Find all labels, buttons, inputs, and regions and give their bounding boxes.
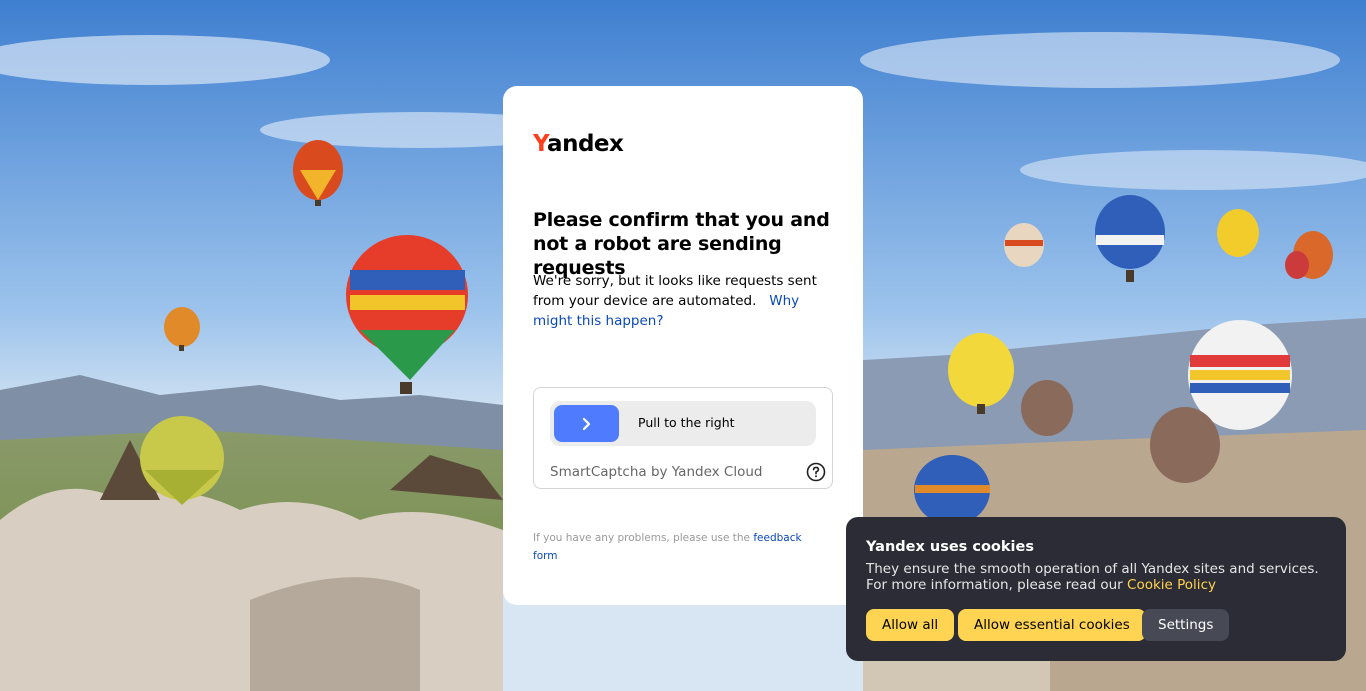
chevron-right-icon [582, 417, 590, 430]
captcha-provider-label: SmartCaptcha by Yandex Cloud [550, 464, 763, 480]
smart-captcha-widget: Pull to the right SmartCaptcha by Yandex… [533, 387, 833, 489]
feedback-note: If you have any problems, please use the… [533, 532, 802, 562]
captcha-card: Yandex Please confirm that you and not a… [503, 86, 863, 605]
slider-handle[interactable] [554, 405, 619, 442]
slider-label: Pull to the right [638, 415, 735, 430]
allow-all-button[interactable]: Allow all [866, 609, 955, 641]
page-title: Please confirm that you and not a robot … [533, 209, 830, 279]
captcha-slider-track[interactable]: Pull to the right [550, 401, 816, 446]
description: We're sorry, but it looks like requests … [533, 273, 817, 329]
cookie-settings-button[interactable]: Settings [1142, 609, 1230, 641]
help-icon[interactable] [806, 462, 826, 482]
allow-essential-button[interactable]: Allow essential cookies [958, 609, 1146, 641]
yandex-logo: Yandex [533, 131, 624, 157]
cookie-policy-link[interactable]: Cookie Policy [1127, 577, 1216, 593]
cookie-banner: Yandex uses cookies They ensure the smoo… [846, 517, 1346, 661]
cookie-title: Yandex uses cookies [866, 539, 1034, 555]
cookie-text: They ensure the smooth operation of all … [866, 561, 1319, 593]
